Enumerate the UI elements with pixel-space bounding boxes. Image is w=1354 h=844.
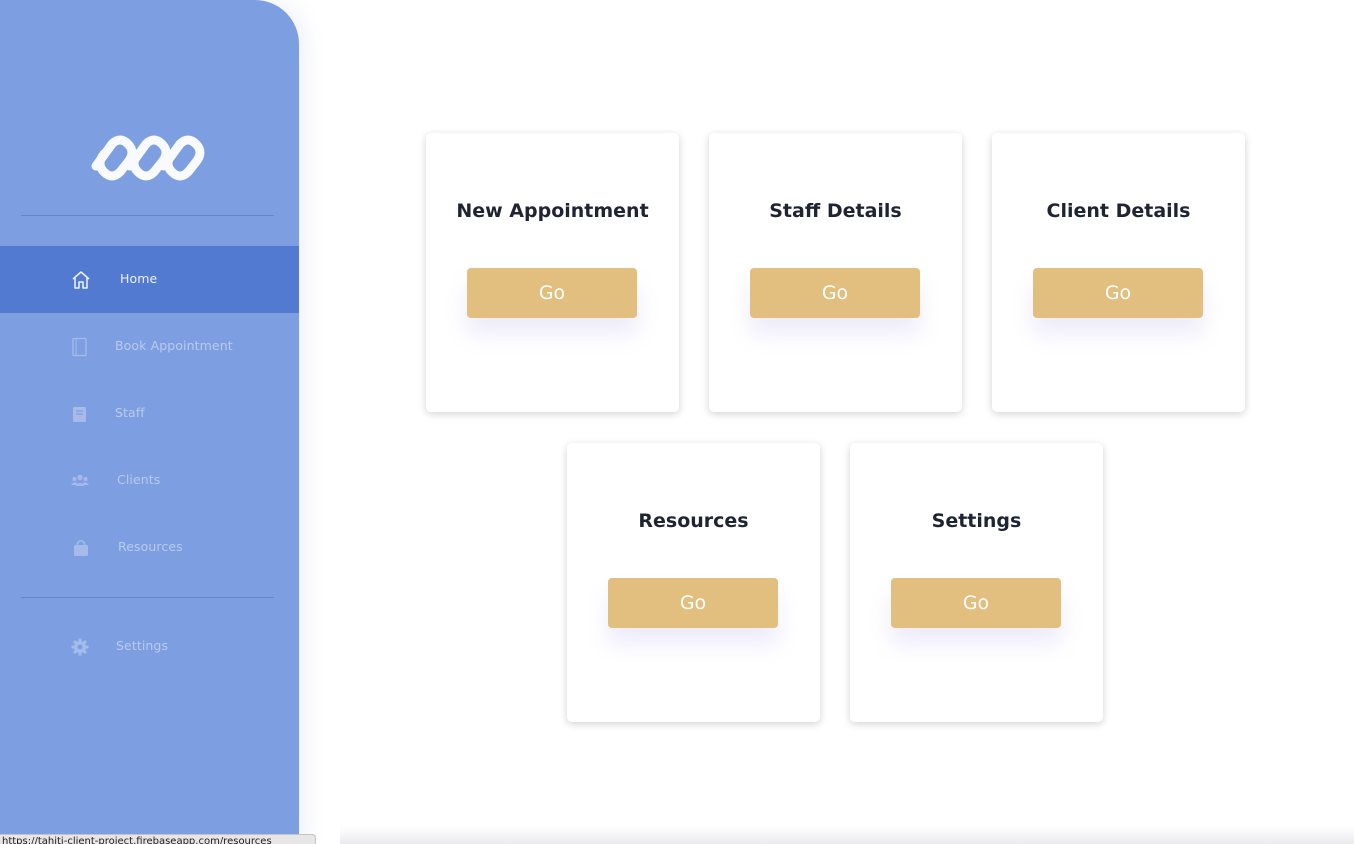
sidebar-divider-top: [21, 215, 274, 216]
bag-icon: [74, 539, 88, 556]
card-settings: Settings Go: [850, 443, 1103, 722]
sidebar: Home Book Appointment Staff Clients Reso…: [0, 0, 299, 844]
sidebar-item-label: Staff: [115, 405, 145, 420]
sidebar-item-label: Clients: [117, 472, 161, 487]
sidebar-item-settings[interactable]: Settings: [0, 613, 299, 680]
status-bar-url: https://tahiti-client-project.firebaseap…: [0, 834, 316, 844]
sidebar-item-label: Home: [120, 271, 158, 286]
card-title: Settings: [931, 510, 1022, 532]
card-title: Resources: [638, 510, 749, 532]
card-title: Staff Details: [769, 200, 902, 222]
sidebar-item-clients[interactable]: Clients: [0, 447, 299, 514]
gear-icon: [71, 638, 89, 656]
go-button-resources[interactable]: Go: [608, 578, 778, 628]
sidebar-item-book-appointment[interactable]: Book Appointment: [0, 313, 299, 380]
card-new-appointment: New Appointment Go: [426, 133, 679, 412]
sidebar-item-label: Resources: [118, 539, 183, 554]
card-staff-details: Staff Details Go: [709, 133, 962, 412]
chain-link-logo[interactable]: [86, 130, 212, 184]
bottom-shadow: [340, 826, 1354, 844]
card-resources: Resources Go: [567, 443, 820, 722]
book-icon: [72, 337, 87, 357]
sidebar-item-resources[interactable]: Resources: [0, 514, 299, 581]
sidebar-item-label: Settings: [116, 638, 169, 653]
go-button-settings[interactable]: Go: [891, 578, 1061, 628]
card-title: Client Details: [1046, 200, 1191, 222]
card-client-details: Client Details Go: [992, 133, 1245, 412]
sidebar-item-label: Book Appointment: [115, 338, 233, 353]
card-title: New Appointment: [456, 200, 649, 222]
sidebar-item-staff[interactable]: Staff: [0, 380, 299, 447]
go-button-client-details[interactable]: Go: [1033, 268, 1203, 318]
staff-book-icon: [73, 407, 86, 422]
users-icon: [71, 474, 89, 486]
go-button-new-appointment[interactable]: Go: [467, 268, 637, 318]
main-content: New Appointment Go Staff Details Go Clie…: [299, 0, 1354, 844]
sidebar-item-home[interactable]: Home: [0, 246, 299, 313]
home-icon: [72, 271, 90, 289]
sidebar-divider-bottom: [21, 597, 274, 598]
go-button-staff-details[interactable]: Go: [750, 268, 920, 318]
